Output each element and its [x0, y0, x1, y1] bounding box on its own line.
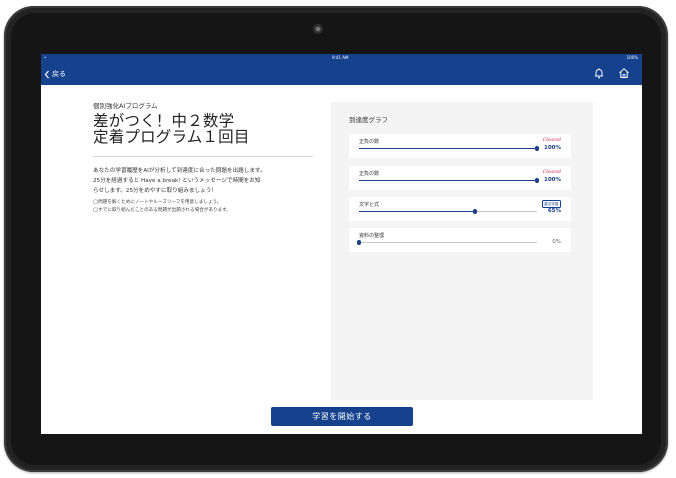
- progress-fill: [359, 179, 537, 182]
- program-label: 個別強化AIプログラム: [93, 102, 158, 110]
- cleared-badge: Cleared: [542, 170, 561, 175]
- description-line: あなたの学習履歴をAIが分析して到達度に合った問題を出題します。: [93, 168, 266, 174]
- progress-card[interactable]: 正負の数 Cleared 100%: [349, 134, 571, 158]
- topic-label: 資料の整理: [359, 233, 385, 239]
- notes: ◯問題を解くためにノートやルーズリーフを用意しましょう。 ◯すでに取り組んだこと…: [93, 199, 313, 214]
- divider: [93, 156, 313, 157]
- status-battery: 100%: [626, 55, 638, 60]
- note-line: ◯問題を解くためにノートやルーズリーフを用意しましょう。: [93, 200, 222, 205]
- progress-knob: [534, 178, 540, 183]
- percent-value: 100%: [544, 145, 561, 151]
- bell-icon[interactable]: [592, 66, 606, 80]
- progress-track: [359, 146, 540, 151]
- chevron-left-icon: [44, 70, 50, 79]
- screen: • 9:41 AM 100% 戻る 個別強化AIプログラム 差がつく！中２数学 …: [41, 54, 642, 434]
- status-carrier: •: [44, 55, 47, 60]
- cleared-badge: Cleared: [542, 138, 561, 143]
- progress-knob: [472, 209, 477, 214]
- camera-icon: [313, 24, 323, 34]
- status-bar: • 9:41 AM 100%: [41, 54, 642, 62]
- home-icon[interactable]: [617, 66, 631, 80]
- progress-track: [359, 209, 537, 214]
- description-line: らせします。25分をめやすに取り組みましょう！: [93, 188, 217, 194]
- start-learning-button[interactable]: 学習を開始する: [271, 407, 413, 426]
- graph-title: 到達度グラフ: [349, 116, 388, 124]
- tablet-frame: • 9:41 AM 100% 戻る 個別強化AIプログラム 差がつく！中２数学 …: [4, 6, 668, 472]
- progress-track: [356, 240, 537, 245]
- progress-card[interactable]: 正負の数 Cleared 100%: [349, 166, 571, 190]
- title-line-1: 差がつく！中２数学: [93, 112, 235, 130]
- nav-bar: 戻る: [41, 62, 642, 85]
- program-info: 個別強化AIプログラム 差がつく！中２数学 定着プログラム１回目 あなたの学習履…: [93, 100, 313, 214]
- focus-study-badge: 重点学習: [541, 200, 561, 208]
- progress-knob: [534, 146, 540, 151]
- progress-track: [359, 178, 540, 183]
- topic-label: 正負の数: [359, 171, 380, 177]
- page-title: 差がつく！中２数学 定着プログラム１回目: [93, 113, 313, 145]
- progress-fill: [359, 210, 475, 213]
- topic-label: 文字と式: [359, 202, 380, 208]
- status-time: 9:41 AM: [332, 55, 349, 60]
- progress-card[interactable]: 資料の整理 0%: [349, 228, 571, 252]
- progress-knob: [356, 240, 362, 245]
- progress-card[interactable]: 文字と式 重点学習 65%: [349, 197, 571, 221]
- note-line: ◯すでに取り組んだことのある問題が出題される場合があります。: [93, 207, 231, 213]
- percent-value: 0%: [552, 239, 561, 245]
- title-line-2: 定着プログラム１回目: [93, 128, 250, 146]
- percent-value: 65%: [547, 208, 561, 214]
- progress-fill: [359, 147, 537, 150]
- back-label: 戻る: [52, 70, 66, 78]
- description: あなたの学習履歴をAIが分析して到達度に合った問題を出題します。 25分を経過す…: [93, 166, 313, 196]
- progress-graph-panel: 到達度グラフ 正負の数 Cleared 100% 正負の数 Cleared 10…: [331, 102, 593, 400]
- back-button[interactable]: 戻る: [44, 68, 66, 80]
- description-line: 25分を経過すると Have a break! というメッセージで時間をお知: [93, 178, 261, 184]
- topic-label: 正負の数: [359, 139, 380, 145]
- percent-value: 100%: [544, 177, 561, 183]
